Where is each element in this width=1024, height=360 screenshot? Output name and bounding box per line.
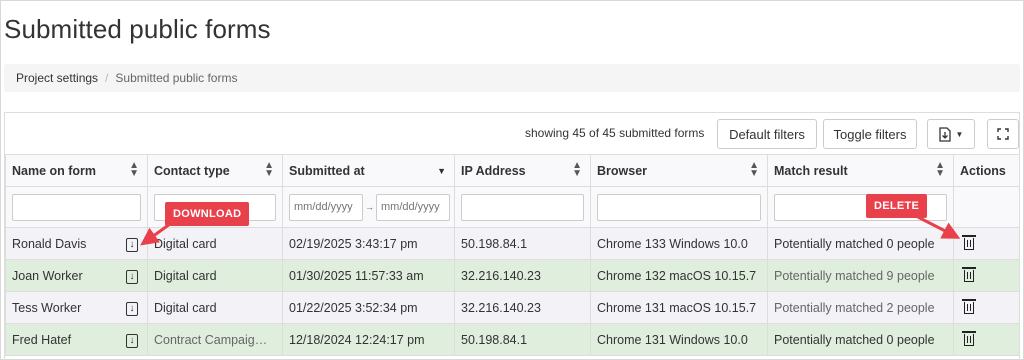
browser: Chrome 132 macOS 10.15.7 <box>590 259 768 292</box>
filter-date-to-input[interactable] <box>376 193 450 221</box>
match-result: Potentially matched 0 people <box>767 227 954 260</box>
delete-callout: DELETE <box>866 194 928 218</box>
default-filters-button[interactable]: Default filters <box>717 119 817 149</box>
submitted-at: 01/22/2025 3:52:34 pm <box>282 291 455 324</box>
table-row[interactable]: Joan Worker ↓ Digital card 01/30/2025 11:… <box>5 259 1019 292</box>
filter-ip-input[interactable] <box>461 193 584 221</box>
name-on-form: Fred Hatef <box>12 332 72 347</box>
sort-icon[interactable]: ▲ ▼ <box>749 161 759 179</box>
browser: Chrome 131 macOS 10.15.7 <box>590 291 768 324</box>
download-file-icon[interactable]: ↓ <box>126 334 138 348</box>
ip-address: 32.216.140.23 <box>454 259 591 292</box>
match-result: Potentially matched 0 people <box>767 323 954 356</box>
date-range-arrow-icon: → <box>365 202 374 212</box>
name-on-form: Joan Worker <box>12 268 83 283</box>
column-header-ip[interactable]: IP Address ▲ ▼ <box>454 154 591 187</box>
page-title: Submitted public forms <box>4 14 271 44</box>
filter-date-from-input[interactable] <box>289 193 363 221</box>
filter-actions-cell <box>953 186 1019 228</box>
download-file-icon[interactable]: ↓ <box>126 270 138 284</box>
column-header-browser[interactable]: Browser ▲ ▼ <box>590 154 768 187</box>
column-header-actions: Actions <box>953 154 1019 187</box>
download-callout: DOWNLOAD <box>165 202 250 226</box>
browser: Chrome 133 Windows 10.0 <box>590 227 768 260</box>
submitted-at: 02/19/2025 3:43:17 pm <box>282 227 455 260</box>
match-result: Potentially matched 9 people <box>767 259 954 292</box>
sort-icon[interactable]: ▲ ▼ <box>935 161 945 179</box>
chevron-down-icon: ▼ <box>955 129 964 139</box>
submitted-at: 01/30/2025 11:57:33 am <box>282 259 455 292</box>
download-file-icon[interactable]: ↓ <box>126 302 138 316</box>
breadcrumb-current: Submitted public forms <box>115 71 238 85</box>
contact-type: Digital card <box>147 291 283 324</box>
breadcrumb: Project settings / Submitted public form… <box>4 64 1020 92</box>
filter-name-input[interactable] <box>12 193 141 221</box>
browser: Chrome 131 Windows 10.0 <box>590 323 768 356</box>
breadcrumb-separator: / <box>105 71 109 85</box>
match-result: Potentially matched 2 people <box>767 291 954 324</box>
column-header-name[interactable]: Name on form ▲ ▼ <box>5 154 148 187</box>
download-file-icon[interactable]: ↓ <box>126 238 138 252</box>
trash-icon[interactable] <box>962 298 976 314</box>
download-file-icon <box>938 126 951 142</box>
export-dropdown-button[interactable]: ▼ <box>927 119 975 149</box>
filter-browser-input[interactable] <box>597 193 761 221</box>
expand-icon <box>997 128 1009 140</box>
contact-type: Digital card <box>147 259 283 292</box>
forms-table-panel: showing 45 of 45 submitted forms Default… <box>4 112 1020 360</box>
column-header-match-result[interactable]: Match result ▲ ▼ <box>767 154 954 187</box>
submitted-forms-table: Name on form ▲ ▼ Contact type ▲ ▼ Submitted … <box>5 154 1019 356</box>
breadcrumb-project-settings[interactable]: Project settings <box>16 71 98 85</box>
ip-address: 32.216.140.23 <box>454 291 591 324</box>
contact-type: Contract Campaig… <box>147 323 283 356</box>
trash-icon[interactable] <box>962 234 976 250</box>
table-toolbar: showing 45 of 45 submitted forms Default… <box>5 113 1019 155</box>
fullscreen-button[interactable] <box>987 119 1019 149</box>
sort-desc-icon[interactable]: ▼ <box>437 167 446 176</box>
ip-address: 50.198.84.1 <box>454 227 591 260</box>
trash-icon[interactable] <box>962 266 976 282</box>
contact-type: Digital card <box>147 227 283 260</box>
column-header-contact-type[interactable]: Contact type ▲ ▼ <box>147 154 283 187</box>
ip-address: 50.198.84.1 <box>454 323 591 356</box>
table-row[interactable]: Fred Hatef ↓ Contract Campaig… 12/18/2024… <box>5 323 1019 356</box>
sort-icon[interactable]: ▲ ▼ <box>264 161 274 179</box>
table-row[interactable]: Tess Worker ↓ Digital card 01/22/2025 3:5… <box>5 291 1019 324</box>
column-header-submitted-at[interactable]: Submitted at ▼ <box>282 154 455 187</box>
record-count: showing 45 of 45 submitted forms <box>525 126 705 140</box>
trash-icon[interactable] <box>962 330 976 346</box>
name-on-form: Ronald Davis <box>12 236 87 251</box>
sort-icon[interactable]: ▲ ▼ <box>572 161 582 179</box>
table-row[interactable]: Ronald Davis ↓ Digital card 02/19/2025 3:… <box>5 227 1019 260</box>
submitted-at: 12/18/2024 12:24:17 pm <box>282 323 455 356</box>
name-on-form: Tess Worker <box>12 300 82 315</box>
sort-icon[interactable]: ▲ ▼ <box>129 161 139 179</box>
toggle-filters-button[interactable]: Toggle filters <box>823 119 917 149</box>
